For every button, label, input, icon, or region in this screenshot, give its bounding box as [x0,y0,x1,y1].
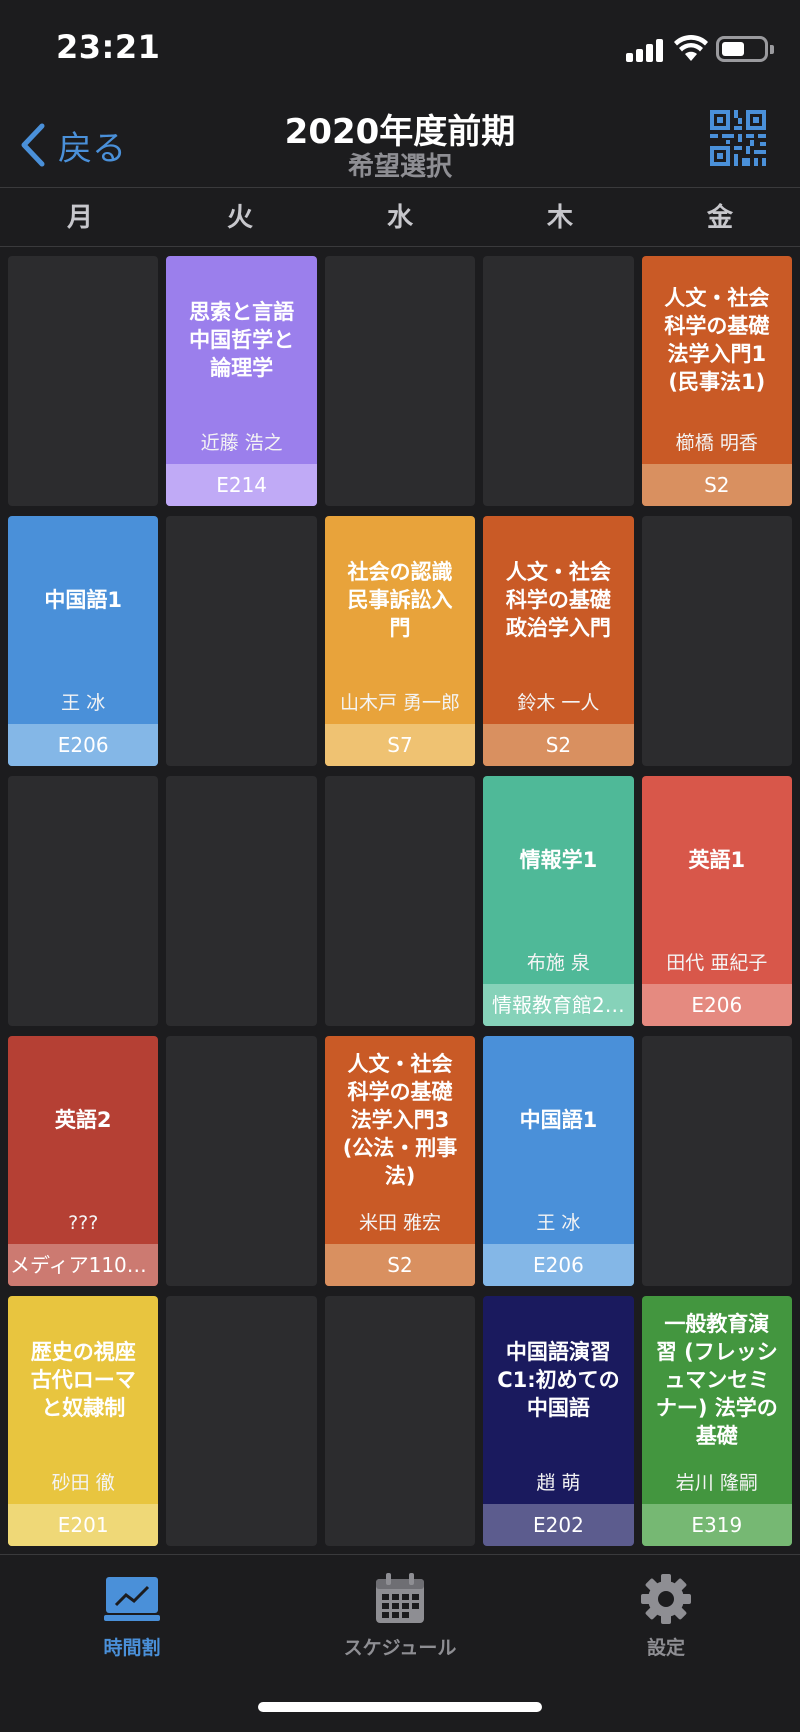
tab-label-schedule: スケジュール [343,1637,457,1659]
course-card[interactable]: 英語2??? メディア110C… [8,1036,159,1286]
course-card[interactable]: 人文・社会 科学の基礎 法学入門3 (公法・刑事 法) 米田 雅宏 S2 [324,1036,476,1286]
course-teacher: ??? [68,1212,99,1234]
timetable-row: 情報学1 布施 泉情報教育館2… 英語1 田代 亜紀子 E206 [8,776,793,1026]
empty-slot[interactable] [641,1036,793,1286]
empty-slot[interactable] [166,1036,317,1286]
empty-slot[interactable] [641,516,793,766]
home-indicator [258,1702,542,1712]
course-teacher: 櫛橋 明香 [675,432,758,454]
tab-schedule[interactable]: スケジュール [300,1573,500,1660]
course-card[interactable]: 人文・社会 科学の基礎 政治学入門鈴木 一人 S2 [483,516,634,766]
course-card[interactable]: 情報学1 布施 泉情報教育館2… [483,776,634,1026]
empty-slot[interactable] [166,1296,317,1546]
course-title: 中国語1 [44,588,123,612]
course-teacher: 米田 雅宏 [358,1212,442,1234]
course-room: S7 [324,724,476,766]
course-teacher: 岩川 隆嗣 [675,1472,758,1494]
course-room: E202 [483,1504,634,1546]
empty-slot[interactable] [8,256,159,506]
empty-slot[interactable] [324,256,476,506]
course-teacher: 布施 泉 [526,952,590,974]
course-title: 社会の認識 民事訴訟入門 [347,560,453,640]
tab-settings[interactable]: 設定 [566,1573,766,1660]
course-card[interactable]: 歴史の視座 古代ローマ と奴隷制砂田 徹 E201 [8,1296,159,1546]
empty-slot[interactable] [166,516,317,766]
course-teacher: 砂田 徹 [51,1472,115,1494]
course-teacher: 王 冰 [61,692,106,714]
timetable-row: 思索と言語 中国哲学と 論理学近藤 浩之 E214 人文・社会 科学の基礎 法学入門1 (民事… [8,256,793,506]
course-room: E214 [166,464,317,506]
day-label-fri: 金 [706,203,733,233]
course-card[interactable]: 英語1 田代 亜紀子 E206 [641,776,793,1026]
page-subtitle: 希望選択 [347,152,452,182]
timetable-grid: 思索と言語 中国哲学と 論理学近藤 浩之 E214 人文・社会 科学の基礎 法学入門1 (民事… [8,256,793,1556]
course-card[interactable]: 中国語演習 C1:初めての 中国語趙 萌 E202 [483,1296,634,1546]
tab-label-settings: 設定 [646,1637,685,1659]
course-teacher: 田代 亜紀子 [666,952,768,974]
weekday-header: 月 火 水 木 金 [0,189,800,247]
course-title: 人文・社会 科学の基礎 法学入門3 (公法・刑事 法) [342,1052,458,1188]
wifi-icon [674,34,708,61]
day-label-mon: 月 [66,203,93,233]
empty-slot[interactable] [8,776,159,1026]
battery-icon [716,36,774,62]
course-room: S2 [483,724,634,766]
day-label-wed: 水 [386,203,413,233]
course-title: 思索と言語 中国哲学と 論理学 [189,300,295,380]
course-title: 情報学1 [519,848,598,872]
course-room: 情報教育館2… [483,984,634,1026]
course-room: E206 [483,1244,634,1286]
empty-slot[interactable] [324,776,476,1026]
course-teacher: 近藤 浩之 [200,432,283,454]
navigation-bar: 戻る 2020年度前期 希望選択 [0,100,800,188]
status-time: 23:21 [56,28,161,66]
cellular-signal-icon [626,38,666,62]
course-card[interactable]: 思索と言語 中国哲学と 論理学近藤 浩之 E214 [166,256,317,506]
timetable-row: 歴史の視座 古代ローマ と奴隷制砂田 徹 E201 中国語演習 C1:初めての 中国語趙 萌… [8,1296,793,1546]
empty-slot[interactable] [324,1296,476,1546]
course-title: 人文・社会 科学の基礎 政治学入門 [505,560,611,640]
timetable-row: 中国語1 王 冰 E206 社会の認識 民事訴訟入門山木戸 勇一郎 S7 人文・社会 科学の基… [8,516,793,766]
course-room: S2 [641,464,793,506]
course-card[interactable]: 社会の認識 民事訴訟入門山木戸 勇一郎 S7 [324,516,476,766]
course-room: E206 [8,724,159,766]
timetable-icon [104,1577,160,1621]
course-title: 一般教育演習 (フレッシ ュマンセミ ナー) 法学の 基礎 [655,1312,778,1448]
course-teacher: 趙 萌 [536,1472,581,1494]
course-title: 中国語1 [519,1108,598,1132]
qr-code-icon[interactable] [710,110,766,166]
course-card[interactable]: 中国語1 王 冰 E206 [483,1036,634,1286]
course-card[interactable]: 人文・社会 科学の基礎 法学入門1 (民事法1) 櫛橋 明香 S2 [641,256,793,506]
empty-slot[interactable] [483,256,634,506]
course-card[interactable]: 一般教育演習 (フレッシ ュマンセミ ナー) 法学の 基礎岩川 隆嗣 E319 [641,1296,793,1546]
tab-timetable[interactable]: 時間割 [32,1573,232,1660]
status-bar: 23:21 [0,0,800,100]
course-room: E206 [641,984,793,1026]
calendar-icon [376,1573,424,1623]
day-label-tue: 火 [226,203,253,233]
course-title: 英語2 [54,1108,112,1132]
course-card[interactable]: 中国語1 王 冰 E206 [8,516,159,766]
course-title: 歴史の視座 古代ローマ と奴隷制 [30,1340,136,1420]
timetable-row: 英語2??? メディア110C… 人文・社会 科学の基礎 法学入門3 (公法・刑事 法) 米田… [8,1036,793,1286]
course-room: E319 [641,1504,793,1546]
course-room: E201 [8,1504,159,1546]
empty-slot[interactable] [166,776,317,1026]
course-title: 中国語演習 C1:初めての 中国語 [497,1340,620,1420]
course-title: 人文・社会 科学の基礎 法学入門1 (民事法1) [664,286,770,394]
course-teacher: 王 冰 [536,1212,581,1234]
course-teacher: 山木戸 勇一郎 [339,692,461,714]
gear-icon [641,1574,691,1624]
day-label-thu: 木 [546,203,573,233]
course-teacher: 鈴木 一人 [517,692,600,714]
course-title: 英語1 [688,848,746,872]
course-room: S2 [324,1244,476,1286]
course-room: メディア110C… [8,1244,159,1286]
tab-label-timetable: 時間割 [103,1637,161,1659]
